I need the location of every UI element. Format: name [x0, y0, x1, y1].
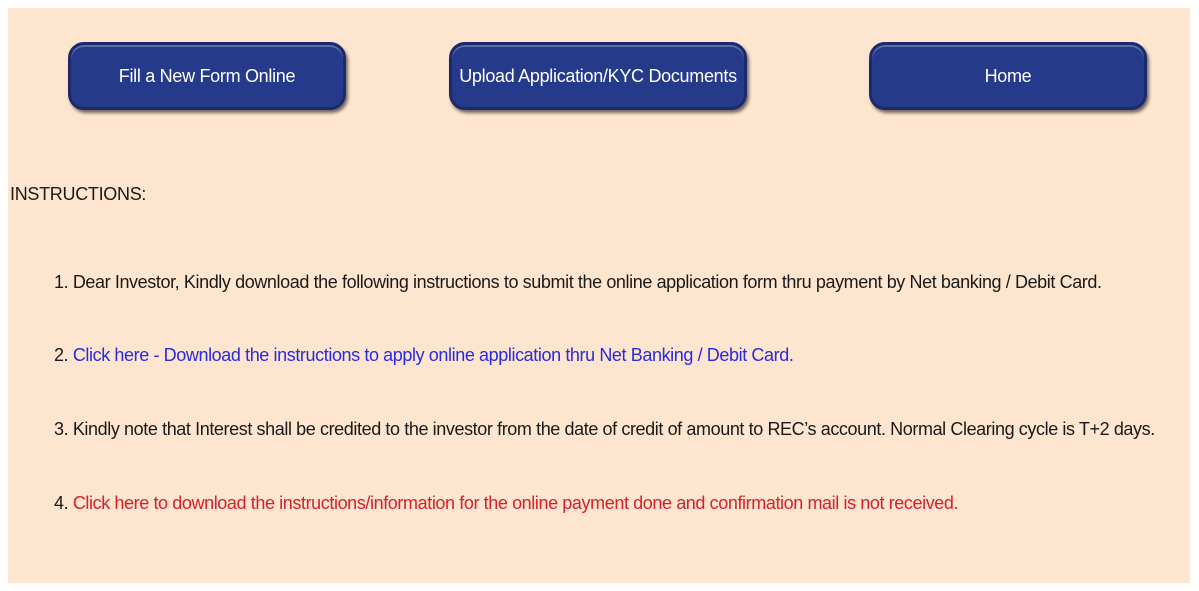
item-text: Kindly note that Interest shall be credi… [72, 419, 1155, 439]
item-number: 4. [54, 493, 69, 513]
item-number: 1. [54, 272, 69, 292]
instructions-heading: INSTRUCTIONS: [10, 184, 147, 204]
content-panel: Fill a New Form Online Upload Applicatio… [8, 8, 1190, 583]
instruction-item-2: 2. Click here - Download the instruction… [54, 345, 794, 366]
item-text: Dear Investor, Kindly download the follo… [72, 272, 1102, 292]
fill-new-form-button[interactable]: Fill a New Form Online [68, 42, 346, 110]
upload-documents-button[interactable]: Upload Application/KYC Documents [449, 42, 747, 110]
instruction-item-1: 1. Dear Investor, Kindly download the fo… [54, 272, 1102, 293]
download-instructions-link[interactable]: Click here - Download the instructions t… [73, 345, 794, 365]
payment-info-link[interactable]: Click here to download the instructions/… [73, 493, 959, 513]
item-number: 3. [54, 419, 69, 439]
instruction-item-3: 3. Kindly note that Interest shall be cr… [54, 419, 1155, 440]
home-button[interactable]: Home [869, 42, 1147, 110]
item-number: 2. [54, 345, 69, 365]
instruction-item-4: 4. Click here to download the instructio… [54, 493, 959, 514]
